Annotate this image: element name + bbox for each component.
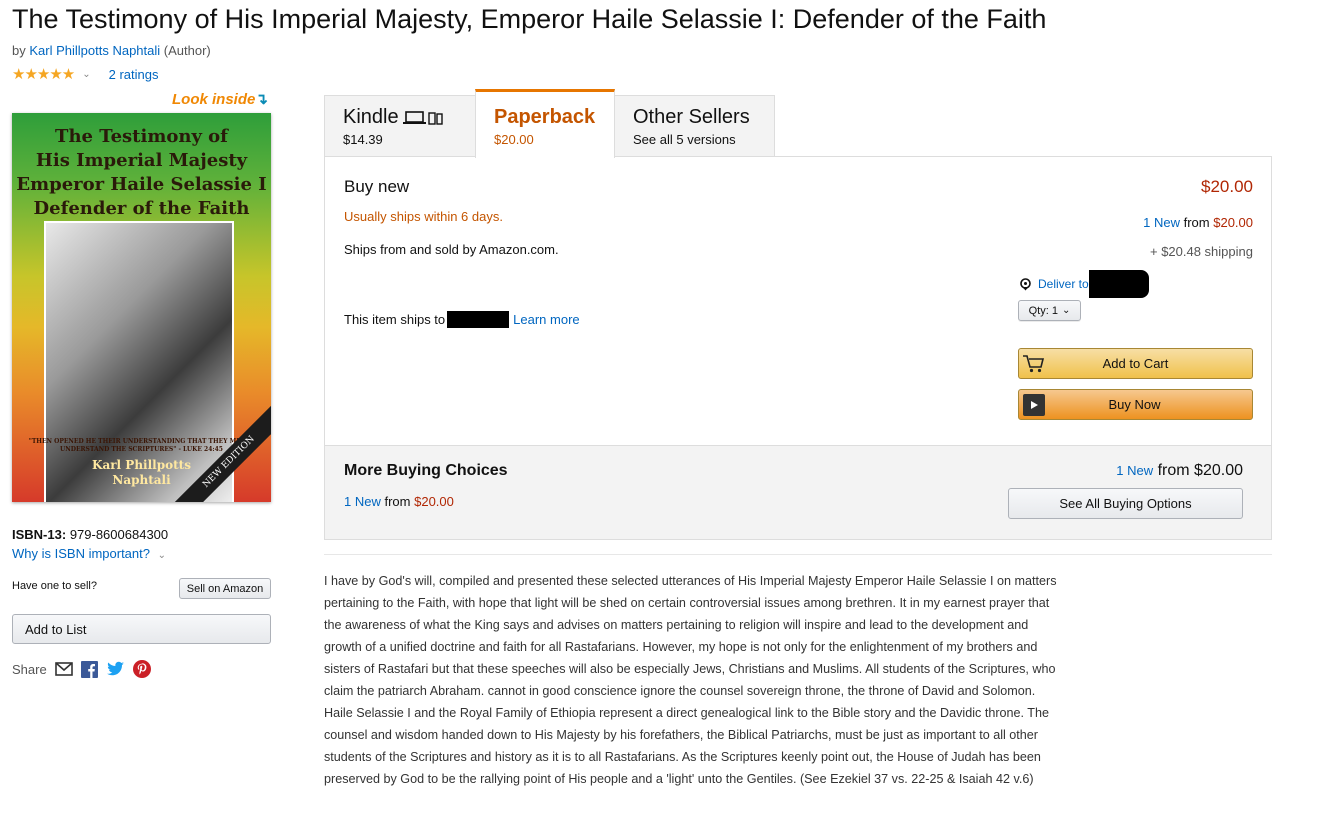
chevron-down-icon: ⌄	[1061, 305, 1071, 316]
add-to-list-button[interactable]: Add to List	[12, 614, 271, 644]
sell-on-amazon-button[interactable]: Sell on Amazon	[179, 578, 271, 599]
isbn-why-link[interactable]: Why is ISBN important? ⌄	[12, 546, 166, 561]
tab-other-sellers[interactable]: Other Sellers See all 5 versions	[614, 95, 775, 157]
ships-from-text: Ships from and sold by Amazon.com.	[344, 242, 559, 257]
book-cover-image[interactable]: The Testimony of His Imperial Majesty Em…	[12, 113, 271, 502]
cart-icon	[1021, 351, 1047, 376]
see-all-buying-options-button[interactable]: See All Buying Options	[1008, 488, 1243, 519]
product-description: I have by God's will, compiled and prese…	[324, 574, 1057, 786]
tab-paperback[interactable]: Paperback $20.00	[475, 89, 615, 158]
arrow-down-icon: ↴	[255, 91, 268, 108]
more-new-row: 1 New from $20.00	[344, 494, 454, 509]
new-from-label: from	[1183, 215, 1210, 230]
more-right-price: from $20.00	[1157, 462, 1243, 479]
buy-new-label: Buy new	[344, 177, 410, 196]
isbn: ISBN-13: 979-8600684300	[12, 527, 168, 542]
tab-kindle-price: $14.39	[343, 132, 383, 147]
isbn-label: ISBN-13:	[12, 527, 67, 542]
quantity-value: Qty: 1	[1028, 304, 1058, 317]
cover-title-line: His Imperial Majesty	[35, 150, 248, 171]
more-new-price: $20.00	[414, 494, 454, 509]
devices-icon	[402, 110, 443, 125]
buy-now-label: Buy Now	[1108, 397, 1161, 412]
more-right-link[interactable]: 1 New	[1116, 463, 1153, 478]
byline: by Karl Phillpotts Naphtali (Author)	[12, 43, 211, 58]
tab-paperback-label: Paperback	[494, 106, 596, 128]
more-new-from: from	[384, 494, 411, 509]
add-to-cart-label: Add to Cart	[1102, 356, 1169, 371]
ships-to-label: This item ships to	[344, 312, 446, 327]
tab-kindle[interactable]: Kindle $14.39	[324, 95, 476, 157]
page-title: The Testimony of His Imperial Majesty, E…	[12, 4, 1047, 34]
ratings-link[interactable]: 2 ratings	[109, 67, 159, 82]
cover-title-line: Emperor Haile Selassie I	[16, 174, 267, 195]
author-role: (Author)	[163, 43, 211, 58]
tab-paperback-price: $20.00	[494, 132, 534, 147]
email-icon[interactable]	[54, 660, 73, 678]
chevron-down-icon: ⌄	[157, 550, 167, 561]
tab-other-label: Other Sellers	[633, 106, 750, 128]
tab-other-versions: See all 5 versions	[633, 132, 736, 147]
cover-title-line: Defender of the Faith	[33, 198, 250, 219]
author-link[interactable]: Karl Phillpotts Naphtali	[29, 43, 160, 58]
twitter-icon[interactable]	[106, 660, 125, 678]
rating-row: ★★★★★ ⌄ 2 ratings	[12, 65, 159, 83]
new-offers-link[interactable]: 1 New	[1143, 215, 1180, 230]
location-pin-icon	[1020, 277, 1031, 290]
look-inside-label: Look inside	[172, 91, 256, 108]
cover-title: The Testimony of His Imperial Majesty Em…	[12, 125, 271, 221]
isbn-value: 979-8600684300	[69, 527, 169, 542]
more-new-link[interactable]: 1 New	[344, 494, 381, 509]
deliver-to-link[interactable]: Deliver to	[1019, 270, 1149, 298]
isbn-why-label: Why is ISBN important?	[12, 546, 150, 561]
share-label: Share	[12, 661, 47, 677]
redacted-block	[447, 311, 510, 328]
ships-to-row: This item ships to Learn more	[344, 311, 580, 328]
shipping-cost: + $20.48 shipping	[1149, 244, 1253, 259]
tab-kindle-name: Kindle	[343, 106, 457, 129]
byline-prefix: by	[12, 43, 26, 58]
cover-title-line: The Testimony of	[55, 126, 228, 147]
learn-more-link[interactable]: Learn more	[513, 312, 579, 327]
sell-label: Have one to sell?	[12, 580, 97, 592]
facebook-icon[interactable]	[81, 660, 99, 678]
new-from-row: 1 New from $20.00	[1143, 215, 1253, 230]
deliver-to-label: Deliver to	[1038, 277, 1089, 291]
share-row: Share	[12, 660, 151, 678]
tab-kindle-label: Kindle	[343, 106, 399, 128]
divider	[324, 554, 1272, 555]
buy-new-price: $20.00	[1201, 177, 1253, 196]
new-from-price: $20.00	[1213, 215, 1253, 230]
star-rating-icon[interactable]: ★★★★★	[12, 65, 75, 83]
redacted-block	[1088, 270, 1149, 298]
quantity-select[interactable]: Qty: 1 ⌄	[1018, 300, 1081, 321]
cover-author-line: Naphtali	[112, 473, 171, 487]
look-inside-badge[interactable]: Look inside↴	[172, 90, 268, 108]
play-icon	[1023, 393, 1045, 416]
pinterest-icon[interactable]	[132, 660, 151, 678]
buy-now-button[interactable]: Buy Now	[1018, 389, 1253, 420]
more-buying-choices-title: More Buying Choices	[344, 462, 508, 479]
availability-text: Usually ships within 6 days.	[344, 209, 503, 224]
more-right-row: 1 New from $20.00	[1116, 462, 1243, 480]
chevron-down-icon[interactable]: ⌄	[82, 69, 90, 80]
add-to-cart-button[interactable]: Add to Cart	[1018, 348, 1253, 379]
